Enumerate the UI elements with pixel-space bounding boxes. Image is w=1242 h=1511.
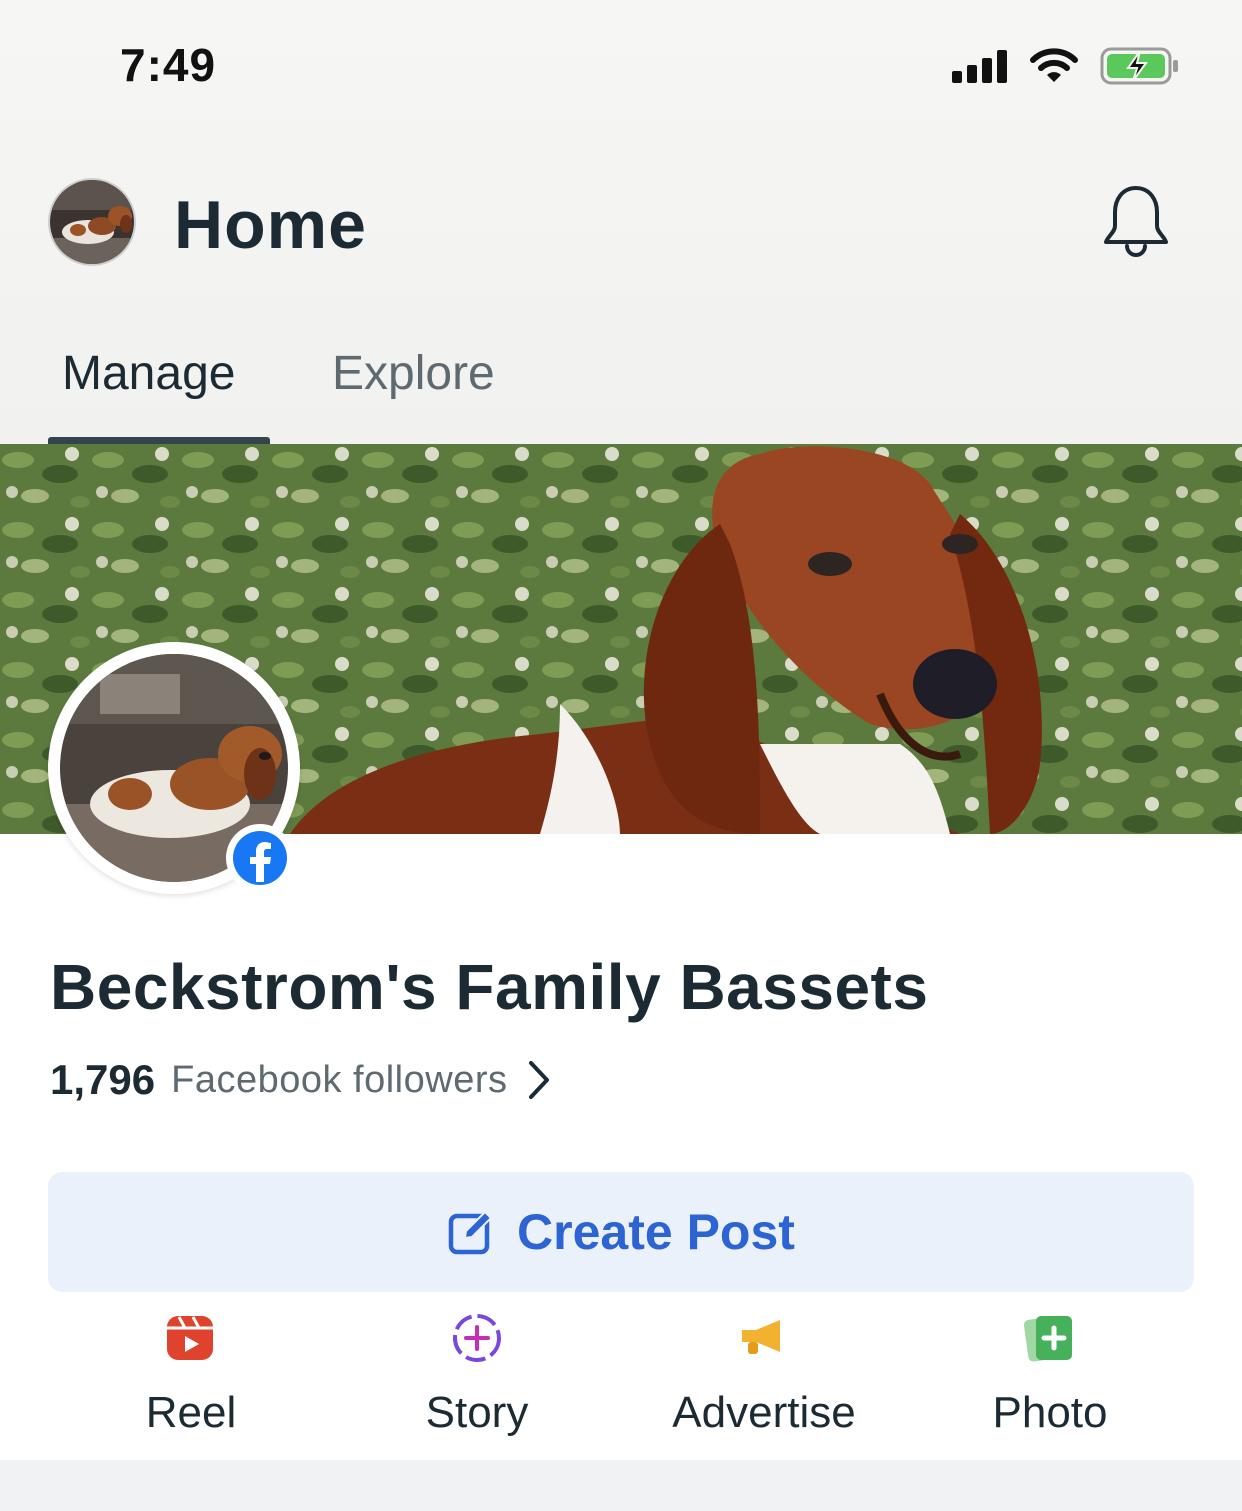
create-post-label: Create Post [517, 1204, 795, 1260]
signal-icon [952, 50, 1007, 83]
tab-explore[interactable]: Explore [332, 346, 495, 401]
edit-icon [448, 1210, 493, 1255]
facebook-badge-icon [226, 824, 294, 892]
action-reel[interactable]: Reel [71, 1310, 311, 1438]
page-title: Home [174, 187, 367, 263]
page-name: Beckstrom's Family Bassets [50, 951, 929, 1023]
action-photo-label: Photo [992, 1388, 1108, 1437]
battery-charging-icon [1100, 47, 1178, 85]
wifi-icon [1030, 48, 1078, 82]
reel-icon [167, 1316, 213, 1360]
action-advertise[interactable]: Advertise [644, 1310, 884, 1438]
action-advertise-label: Advertise [672, 1388, 856, 1437]
followers-label: Facebook followers [171, 1058, 508, 1101]
status-icons [952, 46, 1180, 86]
active-tab-indicator [48, 437, 270, 444]
followers-count: 1,796 [50, 1056, 156, 1103]
action-story[interactable]: Story [357, 1310, 597, 1438]
photo-add-icon [1023, 1316, 1072, 1362]
action-reel-label: Reel [145, 1388, 237, 1437]
create-post-button[interactable]: Create Post [48, 1172, 1194, 1292]
megaphone-icon [742, 1320, 780, 1354]
action-story-label: Story [425, 1388, 529, 1437]
profile-avatar-small[interactable] [48, 178, 136, 266]
status-time: 7:49 [120, 39, 217, 91]
section-divider [0, 1460, 1242, 1511]
chevron-right-icon [528, 1061, 549, 1099]
tab-manage[interactable]: Manage [62, 346, 235, 401]
action-photo[interactable]: Photo [930, 1310, 1170, 1438]
story-add-icon [453, 1314, 501, 1362]
followers-link[interactable]: 1,796 Facebook followers [50, 1056, 552, 1104]
notifications-bell-icon[interactable] [1100, 182, 1172, 262]
